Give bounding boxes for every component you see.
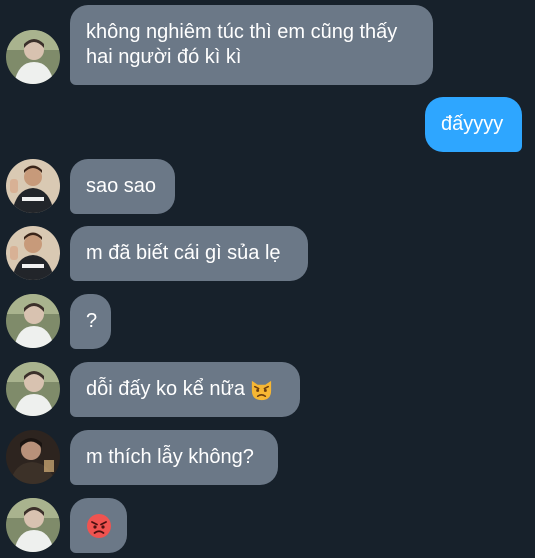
- message-text: m thích lẫy không?: [86, 446, 254, 468]
- avatar[interactable]: [6, 430, 60, 484]
- avatar-photo: [6, 430, 60, 484]
- avatar-photo: [6, 294, 60, 348]
- message-bubble-incoming[interactable]: sao sao: [70, 159, 175, 214]
- message-bubble-incoming[interactable]: ?: [70, 294, 111, 349]
- message-bubble-incoming[interactable]: không nghiêm túc thì em cũng thấy hai ng…: [70, 5, 433, 85]
- message-text: không nghiêm túc thì em cũng thấy hai ng…: [86, 21, 398, 68]
- message-text: ?: [86, 310, 98, 332]
- message-text: m đã biết cái gì sủa lẹ: [86, 242, 281, 264]
- chat-history[interactable]: không nghiêm túc thì em cũng thấy hai ng…: [0, 0, 535, 558]
- avatar-photo: [6, 226, 60, 280]
- avatar[interactable]: [6, 159, 60, 213]
- avatar-photo: [6, 30, 60, 84]
- avatar[interactable]: [6, 30, 60, 84]
- avatar[interactable]: [6, 226, 60, 280]
- message-text: sao sao: [86, 175, 157, 197]
- pouting-cat-emoji-icon: [251, 380, 272, 401]
- message-bubble-incoming[interactable]: m đã biết cái gì sủa lẹ: [70, 226, 308, 281]
- message-bubble-outgoing[interactable]: đấyyyy: [425, 97, 522, 152]
- avatar[interactable]: [6, 362, 60, 416]
- avatar-photo: [6, 159, 60, 213]
- avatar[interactable]: [6, 294, 60, 348]
- message-bubble-incoming[interactable]: dỗi đấy ko kể nữa: [70, 362, 300, 417]
- avatar-photo: [6, 498, 60, 552]
- avatar-photo: [6, 362, 60, 416]
- angry-face-emoji-icon: [86, 513, 111, 538]
- message-text: đấyyyy: [441, 113, 504, 135]
- message-bubble-incoming[interactable]: [70, 498, 127, 553]
- message-text: dỗi đấy ko kể nữa: [86, 378, 246, 400]
- message-bubble-incoming[interactable]: m thích lẫy không?: [70, 430, 278, 485]
- avatar[interactable]: [6, 498, 60, 552]
